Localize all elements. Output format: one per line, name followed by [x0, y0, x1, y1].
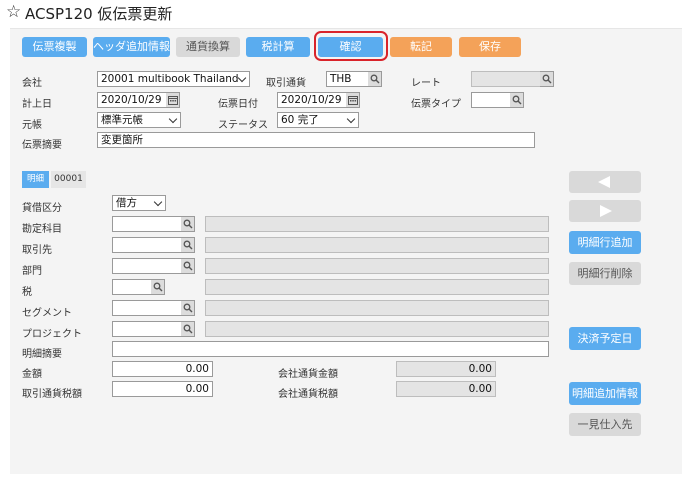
status-label: ステータス — [218, 120, 268, 131]
arrow-right-icon — [600, 205, 612, 217]
partner-name-display — [205, 237, 549, 253]
summary-input[interactable]: 変更箇所 — [97, 132, 535, 148]
tax-name-display — [205, 279, 549, 295]
next-line-button[interactable] — [569, 200, 641, 222]
rate-search-icon — [540, 71, 554, 87]
account-label: 勘定科目 — [22, 224, 62, 235]
segment-input[interactable] — [112, 300, 182, 316]
tax-amount-label: 取引通貨税額 — [22, 389, 82, 400]
amount-label: 金額 — [22, 369, 42, 380]
ledger-select[interactable]: 標準元帳 — [97, 112, 181, 128]
company-amount-label: 会社通貨金額 — [278, 369, 338, 380]
tax-label: 税 — [22, 287, 32, 298]
project-label: プロジェクト — [22, 329, 82, 340]
add-line-button[interactable]: 明細行追加 — [569, 231, 641, 254]
favorite-star-icon[interactable]: ☆ — [6, 2, 21, 22]
tab-detail[interactable]: 明細 — [22, 171, 49, 188]
project-name-display — [205, 321, 549, 337]
account-search-icon[interactable] — [181, 216, 195, 232]
amount-input[interactable]: 0.00 — [112, 361, 213, 377]
chevron-down-icon — [346, 114, 356, 124]
voucher-type-input[interactable] — [471, 92, 511, 108]
copy-voucher-button[interactable]: 伝票複製 — [22, 37, 87, 57]
voucher-date-input[interactable]: 2020/10/29 — [277, 92, 347, 108]
company-tax-label: 会社通貨税額 — [278, 389, 338, 400]
posting-date-label: 計上日 — [22, 99, 52, 110]
status-value: 60 完了 — [281, 114, 319, 126]
line-summary-label: 明細摘要 — [22, 349, 62, 360]
calendar-icon[interactable] — [346, 92, 360, 108]
one-time-supplier-button[interactable]: 一見仕入先 — [569, 413, 641, 436]
tax-calculation-button[interactable]: 税計算 — [246, 37, 310, 57]
line-summary-input[interactable] — [112, 341, 549, 357]
ledger-label: 元帳 — [22, 120, 42, 131]
line-additional-info-button[interactable]: 明細追加情報 — [569, 382, 641, 405]
save-button[interactable]: 保存 — [459, 37, 521, 57]
company-value: 20001 multibook Thailand — [101, 73, 239, 85]
account-input[interactable] — [112, 216, 182, 232]
post-button[interactable]: 転記 — [390, 37, 452, 57]
company-amount-display: 0.00 — [396, 361, 496, 377]
calendar-icon[interactable] — [166, 92, 180, 108]
status-select[interactable]: 60 完了 — [277, 112, 359, 128]
currency-input[interactable]: THB — [326, 71, 369, 87]
partner-input[interactable] — [112, 237, 182, 253]
confirm-button-highlight — [314, 31, 388, 61]
arrow-left-icon — [598, 176, 610, 188]
due-date-button[interactable]: 決済予定日 — [569, 327, 641, 350]
currency-conversion-button[interactable]: 通貨換算 — [176, 37, 240, 57]
currency-search-icon[interactable] — [368, 71, 382, 87]
ledger-value: 標準元帳 — [101, 114, 143, 126]
dc-label: 貸借区分 — [22, 203, 62, 214]
rate-input — [471, 71, 541, 87]
page-title: ACSP120 仮伝票更新 — [25, 5, 173, 23]
segment-name-display — [205, 300, 549, 316]
project-search-icon[interactable] — [181, 321, 195, 337]
previous-line-button[interactable] — [569, 171, 641, 193]
voucher-type-label: 伝票タイプ — [411, 99, 461, 110]
tab-line-number[interactable]: 00001 — [51, 171, 86, 188]
voucher-type-search-icon[interactable] — [510, 92, 524, 108]
tax-search-icon[interactable] — [151, 279, 165, 295]
delete-line-button[interactable]: 明細行削除 — [569, 262, 641, 285]
dc-select[interactable]: 借方 — [112, 195, 166, 211]
company-label: 会社 — [22, 78, 42, 89]
partner-label: 取引先 — [22, 245, 52, 256]
posting-date-input[interactable]: 2020/10/29 — [97, 92, 167, 108]
department-name-display — [205, 258, 549, 274]
company-tax-display: 0.00 — [396, 381, 496, 397]
voucher-date-label: 伝票日付 — [218, 99, 258, 110]
dc-value: 借方 — [116, 197, 137, 209]
chevron-down-icon — [237, 73, 247, 83]
segment-label: セグメント — [22, 308, 72, 319]
header-additional-info-button[interactable]: ヘッダ追加情報 — [93, 37, 170, 57]
currency-label: 取引通貨 — [266, 78, 306, 89]
department-label: 部門 — [22, 266, 42, 277]
segment-search-icon[interactable] — [181, 300, 195, 316]
chevron-down-icon — [153, 197, 163, 207]
partner-search-icon[interactable] — [181, 237, 195, 253]
project-input[interactable] — [112, 321, 182, 337]
summary-label: 伝票摘要 — [22, 140, 62, 151]
account-name-display — [205, 216, 549, 232]
department-search-icon[interactable] — [181, 258, 195, 274]
company-select[interactable]: 20001 multibook Thailand — [97, 71, 250, 87]
chevron-down-icon — [168, 114, 178, 124]
tax-amount-input[interactable]: 0.00 — [112, 381, 213, 397]
department-input[interactable] — [112, 258, 182, 274]
tax-input[interactable] — [112, 279, 152, 295]
rate-label: レート — [411, 78, 441, 89]
